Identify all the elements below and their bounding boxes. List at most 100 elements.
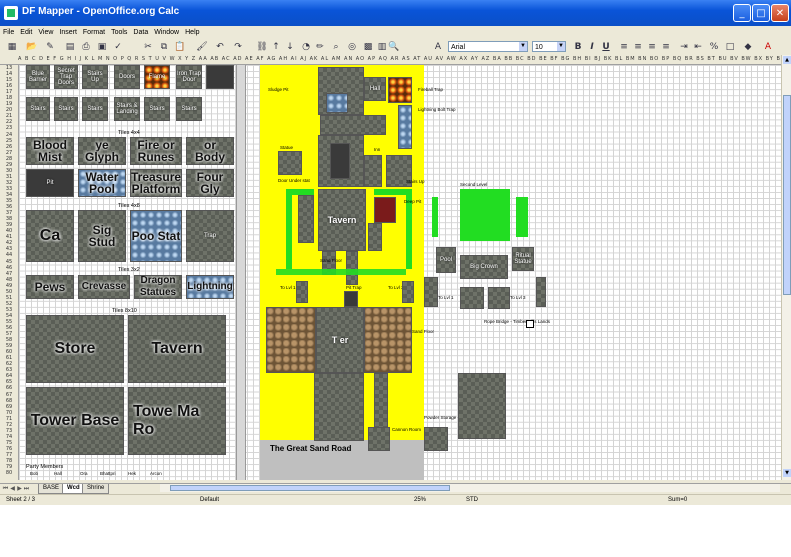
tile-crevasse[interactable]: Crevasse bbox=[78, 275, 130, 299]
tile-stairs-3[interactable]: Stairs bbox=[82, 97, 108, 121]
gallery-icon[interactable]: ▩ bbox=[362, 41, 374, 53]
map-left-passage[interactable] bbox=[298, 195, 314, 243]
datasource-icon[interactable]: ▥ bbox=[376, 41, 388, 53]
tab-base[interactable]: BASE bbox=[38, 484, 65, 494]
menu-file[interactable]: File bbox=[0, 26, 17, 39]
map-cannon-room[interactable] bbox=[368, 427, 390, 451]
tile-stairs-5[interactable]: Stairs bbox=[176, 97, 202, 121]
map-to-lv3-a[interactable] bbox=[402, 281, 414, 303]
scroll-down-arrow-icon[interactable]: ▼ bbox=[783, 469, 791, 477]
sort-descending-icon[interactable]: ↓ bbox=[284, 41, 296, 53]
map-big-crown[interactable]: Big Crown bbox=[460, 255, 508, 279]
navigator-icon[interactable]: ◎ bbox=[346, 41, 358, 53]
minimize-button[interactable]: _ bbox=[733, 4, 751, 22]
chart-icon[interactable]: ◔ bbox=[300, 41, 312, 53]
map-chamber-a[interactable] bbox=[460, 287, 484, 309]
map-deep-pit[interactable] bbox=[374, 197, 396, 223]
menu-format[interactable]: Format bbox=[80, 26, 108, 39]
menu-help[interactable]: Help bbox=[182, 26, 202, 39]
status-zoom[interactable]: 25% bbox=[414, 495, 426, 505]
tile-four-glyph[interactable]: Four Gly bbox=[186, 169, 234, 197]
background-color-icon[interactable]: ◆ bbox=[742, 41, 754, 53]
tile-stairs-landing[interactable]: Stairs & Landing bbox=[114, 97, 140, 121]
status-selection-mode[interactable]: STD bbox=[466, 495, 478, 505]
next-sheet-icon[interactable]: ▶ bbox=[16, 485, 23, 493]
zoom-icon[interactable]: 🔍 bbox=[388, 41, 400, 53]
borders-icon[interactable]: □ bbox=[724, 41, 736, 53]
draw-icon[interactable]: ✏ bbox=[314, 41, 326, 53]
tile-water-pool[interactable]: Water Pool bbox=[78, 169, 126, 197]
map-pool[interactable]: Pool bbox=[436, 247, 456, 273]
horizontal-scrollbar[interactable] bbox=[160, 484, 780, 492]
prev-sheet-icon[interactable]: ◀ bbox=[9, 485, 16, 493]
hyperlink-icon[interactable]: ⛓ bbox=[256, 41, 268, 53]
print-icon[interactable]: ⎙ bbox=[80, 41, 92, 53]
map-ritual-statue[interactable]: Ritual Statue bbox=[512, 247, 534, 271]
map-corridor-lower[interactable] bbox=[374, 373, 388, 435]
tile-stairs-4[interactable]: Stairs bbox=[144, 97, 170, 121]
new-icon[interactable]: ▦ bbox=[6, 41, 18, 53]
pdf-icon[interactable]: ▤ bbox=[64, 41, 76, 53]
cut-icon[interactable]: ✂ bbox=[142, 41, 154, 53]
tile-fire-runes[interactable]: Fire or Runes bbox=[130, 137, 182, 165]
vertical-scrollbar[interactable]: ▲ ▼ bbox=[781, 55, 791, 480]
tile-pit[interactable]: Pit bbox=[26, 169, 74, 197]
map-tavern[interactable]: Tavern bbox=[318, 189, 366, 251]
tile-dark[interactable] bbox=[206, 65, 234, 89]
tile-tower-magic-room[interactable]: Towe Ma Ro bbox=[128, 387, 226, 455]
column-headers[interactable]: A B C D E F G H I J K L M N O P Q R S T … bbox=[18, 55, 781, 65]
tile-flame[interactable]: Flame bbox=[144, 65, 170, 89]
bold-button[interactable]: B bbox=[572, 41, 584, 53]
map-right-ladder[interactable] bbox=[536, 277, 546, 307]
tile-iron-trap-door[interactable]: Iron Trap Door bbox=[176, 65, 202, 89]
find-icon[interactable]: ⌕ bbox=[330, 41, 342, 53]
italic-button[interactable]: I bbox=[586, 41, 598, 53]
tile-doors[interactable]: Doors bbox=[114, 65, 140, 89]
maximize-button[interactable]: □ bbox=[752, 4, 770, 22]
map-round-tower[interactable] bbox=[458, 373, 506, 439]
font-color-icon[interactable]: A bbox=[762, 41, 774, 53]
tile-treasure-platform[interactable]: Treasure Platform bbox=[130, 169, 182, 197]
first-sheet-icon[interactable]: ⏮ bbox=[2, 485, 9, 493]
horizontal-scroll-thumb[interactable] bbox=[170, 485, 450, 491]
map-right-passage[interactable] bbox=[368, 223, 382, 251]
row-headers[interactable]: 13 14 15 16 17 18 19 20 21 22 23 24 25 26 27 28 29 30 31 32… bbox=[0, 65, 19, 480]
map-stairs-column[interactable] bbox=[364, 155, 382, 187]
map-bridge-support[interactable] bbox=[424, 277, 438, 307]
undo-icon[interactable]: ↶ bbox=[214, 41, 226, 53]
font-name-select[interactable]: Arial ▼ bbox=[448, 41, 528, 52]
menu-tools[interactable]: Tools bbox=[108, 26, 130, 39]
tile-sig-stud[interactable]: Sig Stud bbox=[78, 210, 126, 262]
align-right-icon[interactable]: ≡ bbox=[646, 41, 658, 53]
map-house[interactable] bbox=[364, 307, 412, 373]
align-center-icon[interactable]: ≡ bbox=[632, 41, 644, 53]
map-lightning-corridor[interactable] bbox=[398, 105, 412, 149]
format-paintbrush-icon[interactable]: 🖌 bbox=[196, 41, 208, 53]
map-statue[interactable] bbox=[278, 151, 302, 175]
copy-icon[interactable]: ⧉ bbox=[158, 41, 170, 53]
tile-tavern[interactable]: Tavern bbox=[128, 315, 226, 383]
tab-shrine[interactable]: Shrine bbox=[82, 484, 110, 494]
spreadsheet-area[interactable]: A B C D E F G H I J K L M N O P Q R S T … bbox=[0, 55, 781, 480]
tile-store[interactable]: Store bbox=[26, 315, 124, 383]
edit-icon[interactable]: ✎ bbox=[44, 41, 56, 53]
menu-data[interactable]: Data bbox=[130, 26, 151, 39]
percent-icon[interactable]: % bbox=[708, 41, 720, 53]
tile-secret-trap-doors[interactable]: Secret Trap Doors bbox=[54, 65, 78, 89]
tile-ca[interactable]: Ca bbox=[26, 210, 74, 262]
map-store[interactable] bbox=[266, 307, 316, 373]
sort-ascending-icon[interactable]: ↑ bbox=[270, 41, 282, 53]
tile-tower-base[interactable]: Tower Base bbox=[26, 387, 124, 455]
tile-stairs-1[interactable]: Stairs bbox=[26, 97, 50, 121]
tile-blue-barrier[interactable]: Blue Barrier bbox=[26, 65, 50, 89]
tile-glyph[interactable]: ye Glyph bbox=[78, 137, 126, 165]
cell-cursor[interactable] bbox=[526, 320, 534, 328]
tile-dragon-statues[interactable]: Dragon Statues bbox=[134, 275, 182, 299]
map-hall-upper[interactable]: Hall bbox=[364, 77, 386, 101]
align-left-icon[interactable]: ≡ bbox=[618, 41, 630, 53]
select-all-corner[interactable] bbox=[0, 55, 19, 65]
tile-body[interactable]: or Body bbox=[186, 137, 234, 165]
spellcheck-icon[interactable]: ✓ bbox=[112, 41, 124, 53]
status-page-style[interactable]: Default bbox=[200, 495, 219, 505]
last-sheet-icon[interactable]: ⏭ bbox=[23, 485, 30, 493]
